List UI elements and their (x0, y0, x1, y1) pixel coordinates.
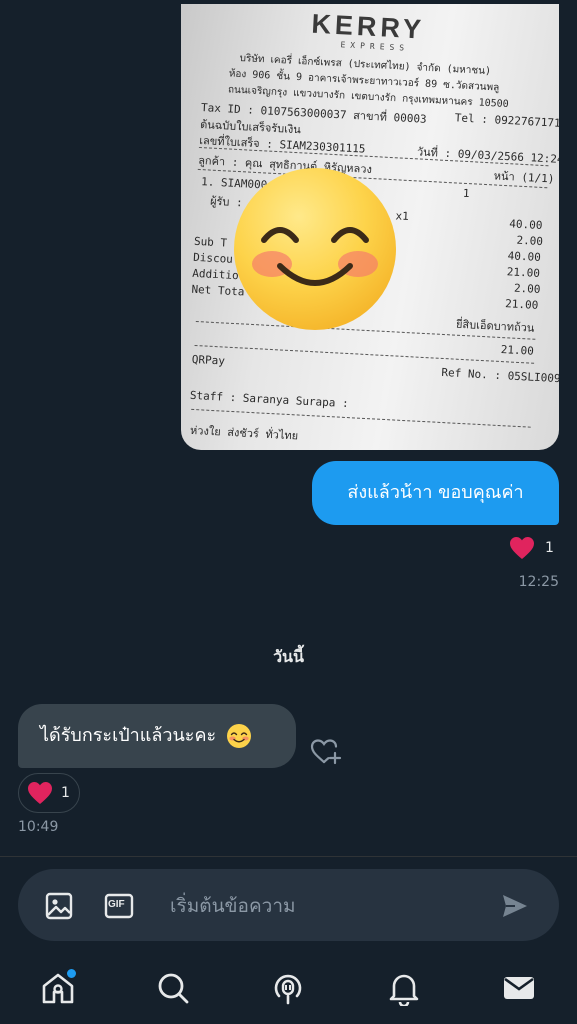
bottom-nav (0, 957, 577, 1024)
receipt-line: ห่วงใย ส่งชัวร์ ทั่วไทย (189, 423, 299, 443)
heart-icon (28, 782, 52, 804)
receipt-line: Additio (191, 266, 239, 283)
message-timestamp: 12:25 (518, 574, 559, 590)
smiling-face-emoji (234, 168, 396, 330)
send-icon[interactable] (500, 891, 530, 921)
receipt-line: Ref No. : 05SLI009 (441, 365, 559, 386)
reaction-count: 1 (545, 540, 554, 556)
incoming-message-text: ได้รับกระเป๋าแล้วนะคะ (40, 725, 217, 746)
outgoing-message-bubble[interactable]: ส่งแล้วน้าา ขอบคุณค่า (312, 461, 559, 525)
spaces-icon (274, 974, 302, 1005)
notification-dot (65, 967, 78, 980)
receipt-amount: 2.00 (516, 233, 544, 249)
receipt-amount: 21.00 (506, 265, 541, 280)
outgoing-reaction[interactable]: 1 (509, 536, 554, 560)
search-icon (158, 973, 189, 1004)
receipt-line: Staff : Saranya Surapa : (189, 388, 350, 411)
blush-emoji-icon (226, 724, 251, 748)
messages-tab[interactable] (501, 970, 537, 1006)
receipt-amount: 40.00 (509, 217, 543, 233)
message-composer: GIF (18, 869, 559, 941)
bell-icon (389, 974, 419, 1008)
receipt-line: QRPay (191, 352, 226, 368)
receipt-line: Discou (192, 250, 234, 266)
receipt-line: Tel : 0922767171 (454, 111, 559, 130)
date-separator: วันนี้ (273, 647, 304, 666)
gif-label: GIF (108, 899, 125, 910)
message-input[interactable] (168, 889, 472, 923)
composer-divider (0, 856, 577, 857)
image-icon[interactable] (44, 891, 74, 921)
receipt-amount: 40.00 (507, 249, 542, 264)
receipt-amount: 2.00 (513, 281, 541, 296)
receipt-amount: 1 (462, 186, 470, 201)
search-tab[interactable] (155, 970, 191, 1006)
receipt-amount: 21.00 (504, 297, 539, 312)
message-timestamp: 10:49 (18, 819, 59, 835)
home-tab[interactable] (40, 967, 78, 1006)
gif-icon[interactable]: GIF (104, 891, 134, 921)
incoming-reaction[interactable]: 1 (18, 773, 80, 813)
heart-icon (510, 537, 534, 559)
receipt-line: ยี่สิบเอ็ดบาทถ้วน (455, 317, 535, 335)
spaces-tab[interactable] (270, 970, 306, 1006)
mail-icon (504, 977, 534, 999)
notifications-tab[interactable] (386, 970, 422, 1008)
reaction-count: 1 (61, 785, 70, 801)
receipt-line: Sub T (193, 234, 228, 250)
receipt-logo: KERRY (310, 8, 426, 45)
receipt-amount: 21.00 (500, 343, 535, 358)
incoming-message-bubble[interactable]: ได้รับกระเป๋าแล้วนะคะ (18, 704, 296, 768)
add-reaction-icon[interactable] (310, 736, 344, 766)
receipt-amount: x1 (395, 209, 410, 224)
